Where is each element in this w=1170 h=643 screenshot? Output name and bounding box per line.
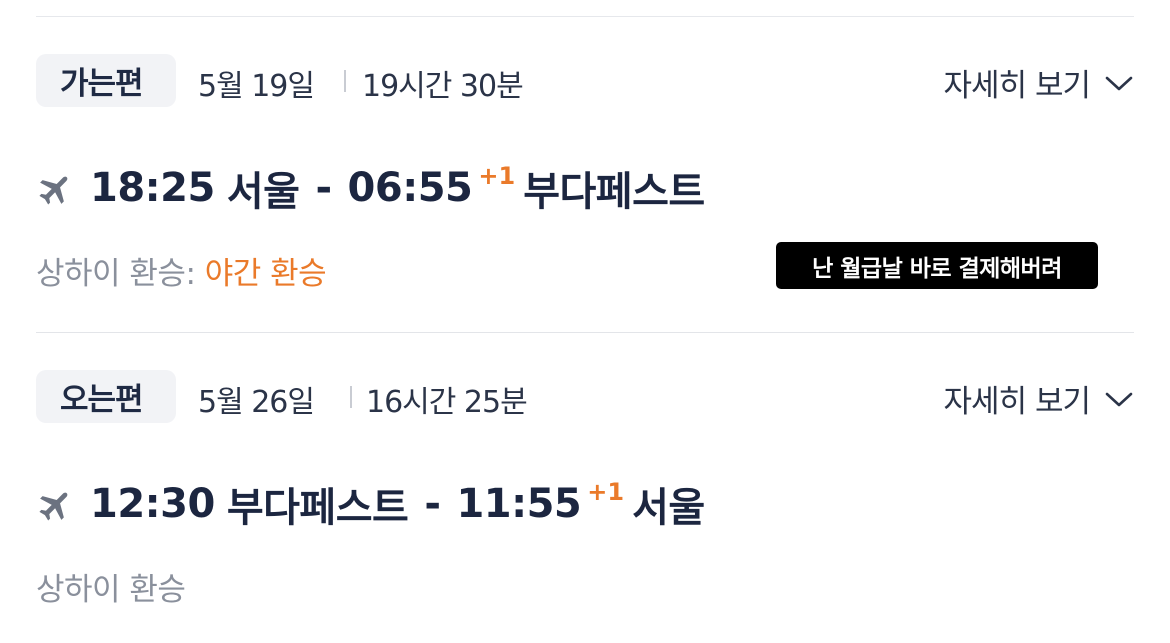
inbound-day-offset: +1 (587, 478, 625, 506)
outbound-details-label: 자세히 보기 (943, 68, 1091, 104)
outbound-transfer-label: 상하이 환승: (36, 256, 196, 292)
inbound-segment: 오는편 5월 26일 16시간 25분 자세히 보기 12:30 부다페스트 -… (36, 370, 1134, 608)
segment-divider (36, 332, 1134, 333)
outbound-depart-time: 18:25 (90, 165, 215, 211)
airplane-icon (39, 176, 68, 205)
outbound-route-separator: - (315, 165, 332, 211)
airplane-icon (39, 492, 68, 521)
inbound-arrive-city: 서울 (632, 485, 705, 531)
top-divider (36, 16, 1134, 17)
outbound-day-offset: +1 (478, 162, 516, 190)
outbound-arrive-city: 부다페스트 (523, 169, 705, 215)
outbound-flight-row: 18:25 서울 - 06:55 +1 부다페스트 (36, 162, 705, 215)
outbound-transfer-note: 야간 환승 (204, 256, 327, 292)
inbound-header: 오는편 5월 26일 16시간 25분 자세히 보기 (36, 370, 1134, 424)
outbound-segment: 가는편 5월 19일 19시간 30분 자세히 보기 18:25 서울 - 06… (36, 54, 1134, 292)
outbound-duration: 19시간 30분 (362, 69, 524, 104)
overlay-caption: 난 월급날 바로 결제해버려 (776, 242, 1098, 289)
inbound-transfer-label: 상하이 환승 (36, 572, 186, 608)
chevron-down-icon (1105, 392, 1133, 406)
outbound-header: 가는편 5월 19일 19시간 30분 자세히 보기 (36, 54, 1134, 108)
inbound-date: 5월 26일 (198, 385, 315, 420)
outbound-header-separator (344, 70, 346, 92)
inbound-flight-row: 12:30 부다페스트 - 11:55 +1 서울 (36, 478, 705, 531)
outbound-transfer-info: 상하이 환승: 야간 환승 (36, 248, 327, 293)
inbound-header-separator (350, 386, 352, 408)
outbound-badge-label: 가는편 (60, 66, 144, 102)
inbound-badge: 오는편 (36, 370, 176, 423)
outbound-badge: 가는편 (36, 54, 176, 107)
outbound-date: 5월 19일 (198, 69, 315, 104)
outbound-details-button[interactable]: 자세히 보기 (944, 60, 1134, 105)
inbound-depart-city: 부다페스트 (226, 485, 409, 531)
outbound-depart-city: 서울 (226, 169, 300, 215)
inbound-depart-time: 12:30 (90, 481, 215, 527)
inbound-badge-label: 오는편 (60, 382, 144, 418)
inbound-duration: 16시간 25분 (366, 385, 528, 420)
inbound-details-button[interactable]: 자세히 보기 (944, 376, 1134, 421)
inbound-details-label: 자세히 보기 (943, 384, 1091, 420)
inbound-route-separator: - (424, 481, 441, 527)
inbound-transfer-info: 상하이 환승 (36, 564, 186, 609)
flight-itinerary: 가는편 5월 19일 19시간 30분 자세히 보기 18:25 서울 - 06… (0, 0, 1170, 643)
chevron-down-icon (1105, 76, 1133, 90)
inbound-arrive-time: 11:55 (456, 481, 582, 527)
outbound-arrive-time: 06:55 (347, 165, 473, 211)
